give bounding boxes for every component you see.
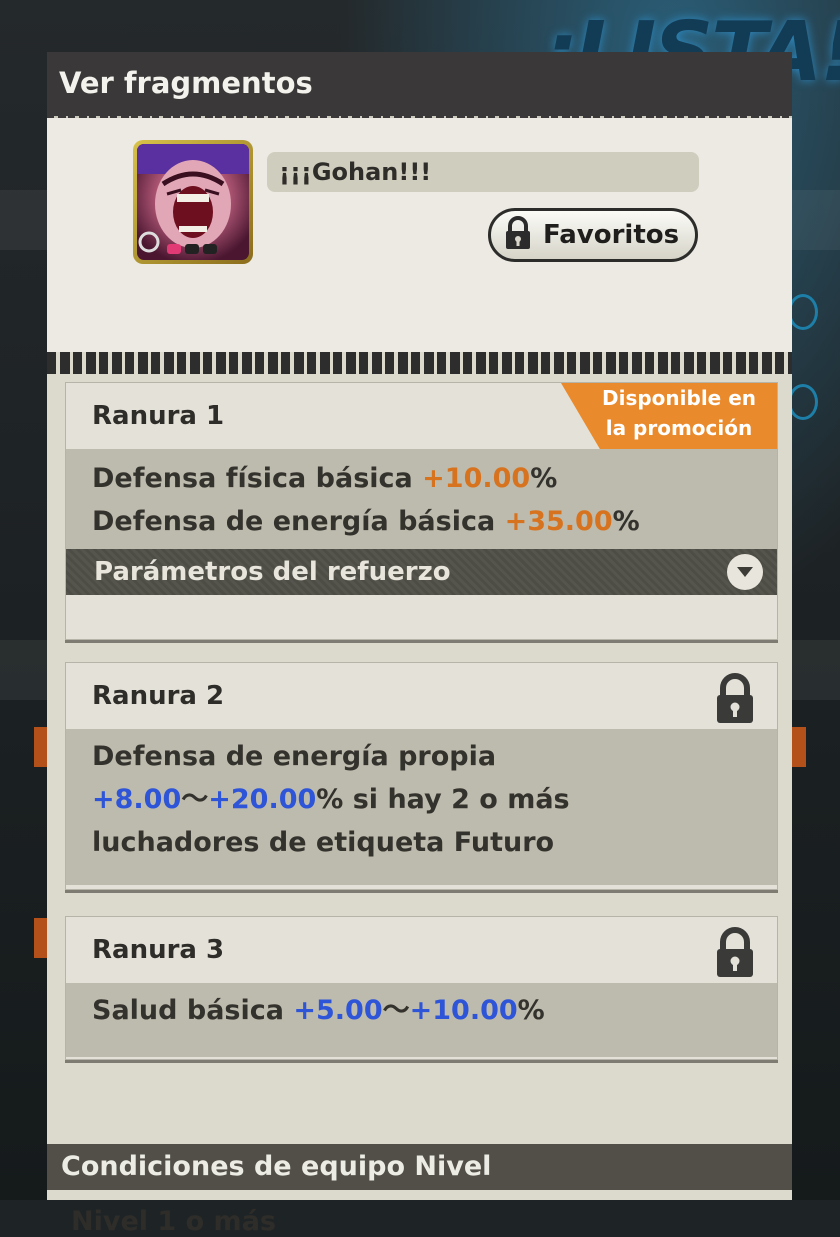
slot-title: Ranura 1 [92,401,225,431]
lock-icon [713,927,757,983]
slot-effects: Salud básica +5.00〜+10.00% [66,983,777,1057]
reinforcement-params-label: Parámetros del refuerzo [94,557,451,587]
slot-title: Ranura 2 [92,681,225,711]
slot-effects: Defensa de energía propia +8.00〜+20.00% … [66,729,777,885]
fragment-modal: Ver fragmentos ¡¡¡Gohan!!! Favoritos Ran… [47,52,792,1237]
slot-header: Ranura 1 Disponible en la promoción [66,383,777,449]
effect-line: Defensa de energía propia [92,741,497,772]
modal-title: Ver fragmentos [59,66,313,100]
favorites-label: Favoritos [543,220,680,250]
effect-suffix: % [530,463,558,494]
range-max: +20.00 [208,784,317,815]
modal-header: Ver fragmentos [47,52,792,130]
promotion-badge-line: la promoción [605,416,753,440]
promotion-badge: Disponible en la promoción [561,383,777,449]
range-suffix: % si hay 2 o más [316,784,570,815]
background-ring [788,384,818,420]
slot-card-2: Ranura 2 Defensa de energía propia +8.00… [65,662,778,890]
background-ring [788,294,818,330]
effect-label: Defensa de energía básica [92,506,505,537]
background-tab [790,727,806,767]
slot-card-3: Ranura 3 Salud básica +5.00〜+10.00% [65,916,778,1060]
effect-suffix: % [612,506,640,537]
character-portrait[interactable] [133,140,253,264]
slot-title: Ranura 3 [92,935,225,965]
range-suffix: % [517,995,545,1026]
chevron-down-icon[interactable] [727,554,763,590]
slots-list: Ranura 1 Disponible en la promoción Defe… [47,374,792,1237]
team-conditions-header: Condiciones de equipo Nivel [47,1144,792,1190]
range-separator: 〜 [181,784,209,815]
range-separator: 〜 [382,995,410,1026]
promotion-badge-line: Disponible en [601,386,756,410]
character-info: ¡¡¡Gohan!!! Favoritos [47,118,792,358]
slot-effects: Defensa física básica +10.00% Defensa de… [66,449,777,549]
slot-card-1: Ranura 1 Disponible en la promoción Defe… [65,382,778,640]
torn-divider [47,352,792,374]
effect-line: Salud básica +5.00〜+10.00% [92,989,751,1032]
slot-header: Ranura 2 [66,663,777,729]
effect-line: +8.00〜+20.00% si hay 2 o más [92,778,751,821]
slot-header: Ranura 3 [66,917,777,983]
range-max: +10.00 [409,995,518,1026]
reinforcement-params-toggle[interactable]: Parámetros del refuerzo [66,549,777,595]
lock-icon [713,673,757,729]
effect-line: Defensa de energía básica +35.00% [92,500,751,543]
effect-line: luchadores de etiqueta Futuro [92,827,555,858]
team-conditions-value: Nivel 1 o más [71,1206,276,1237]
effect-label: Defensa física básica [92,463,423,494]
effect-line: Defensa física básica +10.00% [92,457,751,500]
range-min: +8.00 [92,784,182,815]
effect-label: Salud básica [92,995,294,1026]
favorites-button[interactable]: Favoritos [488,208,698,262]
effect-value: +35.00 [504,506,613,537]
range-min: +5.00 [293,995,383,1026]
effect-value: +10.00 [422,463,531,494]
lock-icon [503,216,533,254]
character-image [137,144,249,260]
character-name: ¡¡¡Gohan!!! [267,152,699,192]
